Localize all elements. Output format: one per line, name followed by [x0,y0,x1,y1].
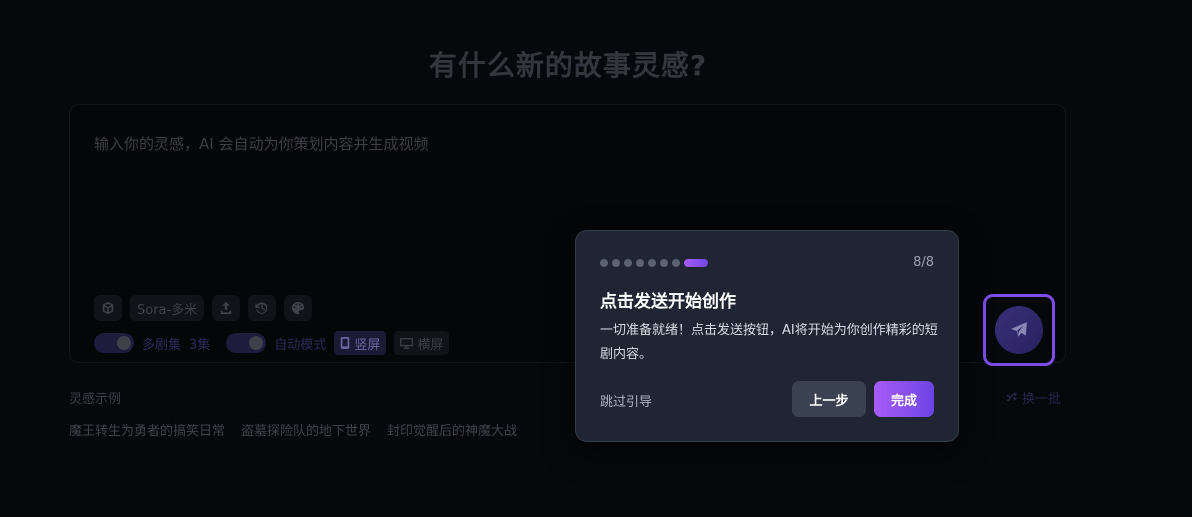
send-icon [1011,322,1027,337]
progress-dot [672,259,680,267]
landscape-button[interactable]: 横屏 [394,331,450,355]
episode-count[interactable]: 3集 [189,334,210,353]
send-button[interactable] [995,306,1043,354]
popover-body: 一切准备就绪！点击发送按钮，AI将开始为你创作精彩的短剧内容。 [600,323,938,362]
style-button[interactable] [284,295,313,321]
shuffle-button[interactable]: 换一批 [1006,388,1061,407]
upload-icon [220,301,232,315]
examples-title: 灵感示例 [69,392,122,407]
portrait-label: 竖屏 [354,337,381,353]
progress-dot [636,259,644,267]
progress-dot [660,259,668,267]
upload-button[interactable] [212,295,241,321]
history-button[interactable] [248,295,277,321]
shuffle-icon [1006,391,1018,401]
model-selector[interactable]: Sora-多米 [130,295,205,321]
multi-episode-label: 多剧集 [142,337,182,353]
progress-dot [624,259,632,267]
auto-mode-toggle[interactable] [226,333,267,353]
palette-icon [292,301,305,315]
landscape-label: 横屏 [417,337,444,353]
progress-dots [600,259,708,267]
multi-episode-toggle[interactable] [94,333,134,353]
phone-icon [341,337,350,349]
example-item[interactable]: 封印觉醒后的神魔大战 [387,420,517,439]
skip-tour-link[interactable]: 跳过引导 [600,391,652,410]
examples-list: 魔王转生为勇者的搞笑日常 盗墓探险队的地下世界 封印觉醒后的神魔大战 [69,420,517,439]
popover-title: 点击发送开始创作 [600,292,736,312]
progress-dot-active [684,259,708,267]
history-icon [255,302,268,314]
shuffle-label: 换一批 [1022,392,1062,407]
previous-step-button[interactable]: 上一步 [792,381,866,417]
portrait-button[interactable]: 竖屏 [334,331,387,355]
onboarding-popover: 8/8 点击发送开始创作 一切准备就绪！点击发送按钮，AI将开始为你创作精彩的短… [575,230,959,442]
cube-icon [102,301,114,315]
cube-button[interactable] [94,295,122,321]
send-highlight [983,294,1055,366]
options-row: 多剧集 3集 自动模式 竖屏 横屏 [94,331,450,355]
step-indicator: 8/8 [913,255,934,270]
progress-dot [600,259,608,267]
page-title: 有什么新的故事灵感? [428,49,708,82]
example-item[interactable]: 魔王转生为勇者的搞笑日常 [69,420,225,439]
auto-mode-label: 自动模式 [274,337,327,353]
finish-button[interactable]: 完成 [874,381,934,417]
progress-dot [648,259,656,267]
example-item[interactable]: 盗墓探险队的地下世界 [241,420,371,439]
tool-row: Sora-多米 [94,295,313,321]
progress-dot [612,259,620,267]
monitor-icon [400,337,414,349]
